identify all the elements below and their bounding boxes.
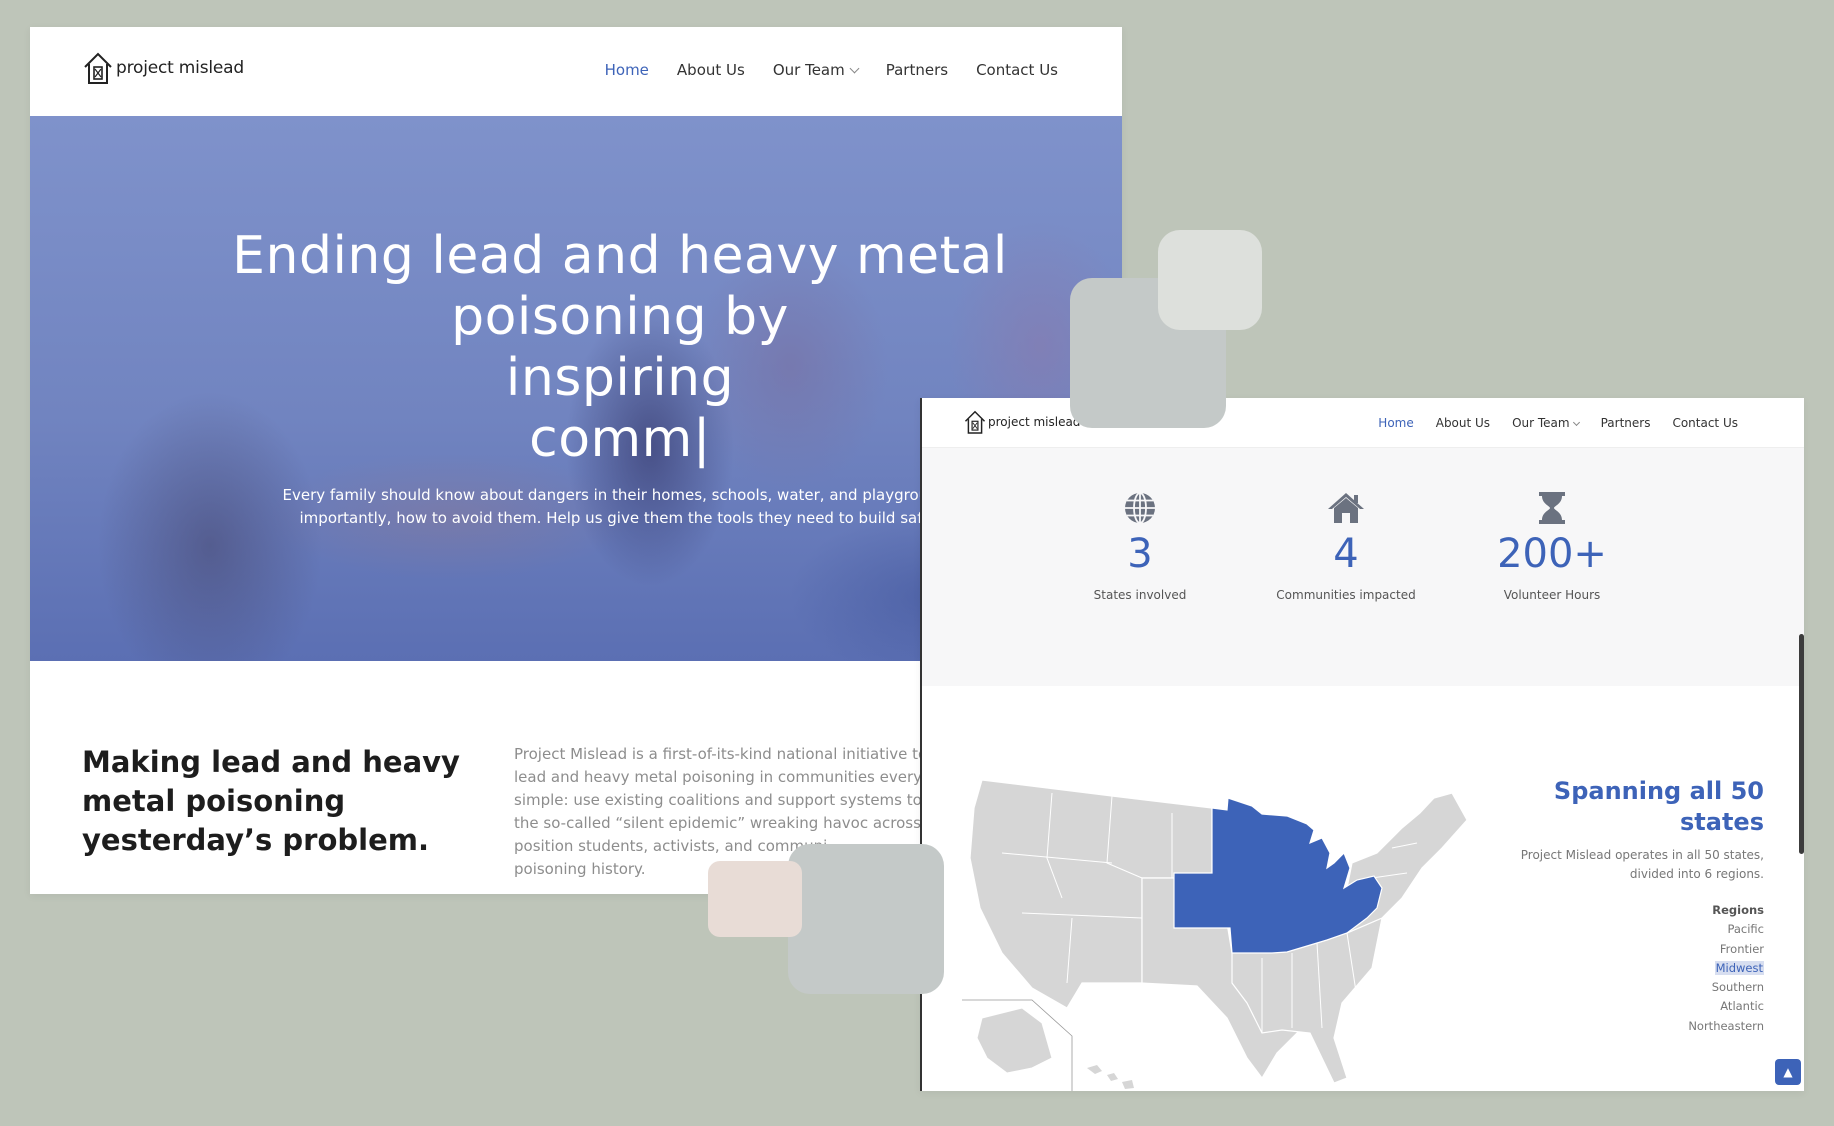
stat-label: States involved: [1093, 588, 1187, 602]
region-item-selected[interactable]: Midwest: [1564, 959, 1764, 978]
house-logo-icon: [84, 52, 112, 84]
region-item-label: Atlantic: [1720, 999, 1764, 1014]
scrollbar-thumb[interactable]: [1799, 634, 1804, 854]
about-paragraph-line: the so-called “silent epidemic” wreaking…: [514, 814, 936, 832]
chevron-up-icon: ▲: [1783, 1065, 1793, 1079]
house-logo-icon: [964, 410, 986, 434]
decor-square: [708, 861, 802, 937]
decor-square: [1158, 230, 1262, 330]
map-region-alaska[interactable]: [976, 1007, 1053, 1074]
stat-communities: 4 Communities impacted: [1256, 488, 1436, 602]
nav-our-team-label: Our Team: [772, 61, 845, 79]
stat-value: 3: [1127, 531, 1153, 577]
nav-home[interactable]: Home: [605, 61, 649, 79]
region-item[interactable]: Frontier: [1564, 940, 1764, 959]
site-logo[interactable]: project mislead: [83, 51, 244, 85]
chevron-down-icon: [849, 63, 860, 74]
map-description-line: divided into 6 regions.: [1629, 867, 1764, 881]
stat-hours: 200+ Volunteer Hours: [1462, 488, 1642, 602]
nav-contact[interactable]: Contact Us: [976, 61, 1058, 79]
stats-window: project mislead Home About Us Our Team P…: [920, 398, 1804, 1091]
hero-title-line: poisoning by: [451, 287, 789, 347]
nav-our-team-label: Our Team: [1512, 416, 1570, 430]
region-item-label: Pacific: [1727, 922, 1764, 937]
region-item[interactable]: Pacific: [1564, 920, 1764, 939]
region-item[interactable]: Northeastern: [1564, 1017, 1764, 1036]
globe-icon: [1125, 492, 1155, 524]
stat-value: 4: [1333, 531, 1359, 577]
region-item[interactable]: Atlantic: [1564, 997, 1764, 1016]
stat-value: 200+: [1497, 531, 1607, 577]
house-icon: [1328, 493, 1364, 523]
nav-our-team[interactable]: Our Team: [1512, 416, 1580, 430]
region-item-label: Northeastern: [1688, 1018, 1764, 1033]
logo-text: project mislead: [116, 58, 244, 78]
about-heading: Making lead and heavy metal poisoning ye…: [82, 745, 460, 857]
map-heading: Spanning all 50 states: [1553, 777, 1764, 836]
map-description: Project Mislead operates in all 50 state…: [1464, 846, 1764, 884]
stat-label: Communities impacted: [1276, 588, 1416, 602]
regions-list: Regions Pacific Frontier Midwest Souther…: [1564, 901, 1764, 1036]
us-map: [962, 779, 1468, 1091]
about-paragraph-line: simple: use existing coalitions and supp…: [514, 791, 944, 809]
main-menu: Home About Us Our Team Partners Contact …: [1378, 416, 1738, 430]
hourglass-icon: [1539, 492, 1565, 524]
nav-about[interactable]: About Us: [677, 61, 745, 79]
nav-about[interactable]: About Us: [1436, 416, 1490, 430]
main-menu: Home About Us Our Team Partners Contact …: [605, 61, 1058, 79]
region-item-label: Southern: [1711, 980, 1764, 995]
nav-home[interactable]: Home: [1378, 416, 1413, 430]
stat-label: Volunteer Hours: [1503, 588, 1601, 602]
about-paragraph-line: Project Mislead is a first-of-its-kind n…: [514, 745, 928, 763]
stats-section: 3 States involved 4 Communities impacted: [922, 448, 1804, 686]
top-navbar: project mislead Home About Us Our Team P…: [30, 27, 1122, 116]
hero-title-line: Ending lead and heavy metal: [232, 226, 1008, 286]
nav-our-team[interactable]: Our Team: [772, 61, 860, 79]
chevron-down-icon: [1572, 418, 1580, 427]
region-item-label: Frontier: [1719, 941, 1764, 956]
decor-square: [788, 844, 944, 994]
regions-heading: Regions: [1712, 903, 1764, 917]
scroll-to-top-button[interactable]: ▲: [1775, 1059, 1801, 1085]
site-logo[interactable]: project mislead: [964, 409, 1080, 435]
map-description-line: Project Mislead operates in all 50 state…: [1520, 848, 1764, 862]
nav-contact[interactable]: Contact Us: [1672, 416, 1738, 430]
nav-partners[interactable]: Partners: [886, 61, 948, 79]
top-navbar: project mislead Home About Us Our Team P…: [922, 398, 1804, 448]
about-paragraph-line: lead and heavy metal poisoning in commun…: [514, 768, 935, 786]
stat-states: 3 States involved: [1050, 488, 1230, 602]
region-item[interactable]: Southern: [1564, 978, 1764, 997]
map-region-hawaii[interactable]: [1087, 1065, 1134, 1089]
nav-partners[interactable]: Partners: [1601, 416, 1651, 430]
region-item-label: Midwest: [1714, 960, 1764, 975]
logo-text: project mislead: [988, 415, 1081, 429]
